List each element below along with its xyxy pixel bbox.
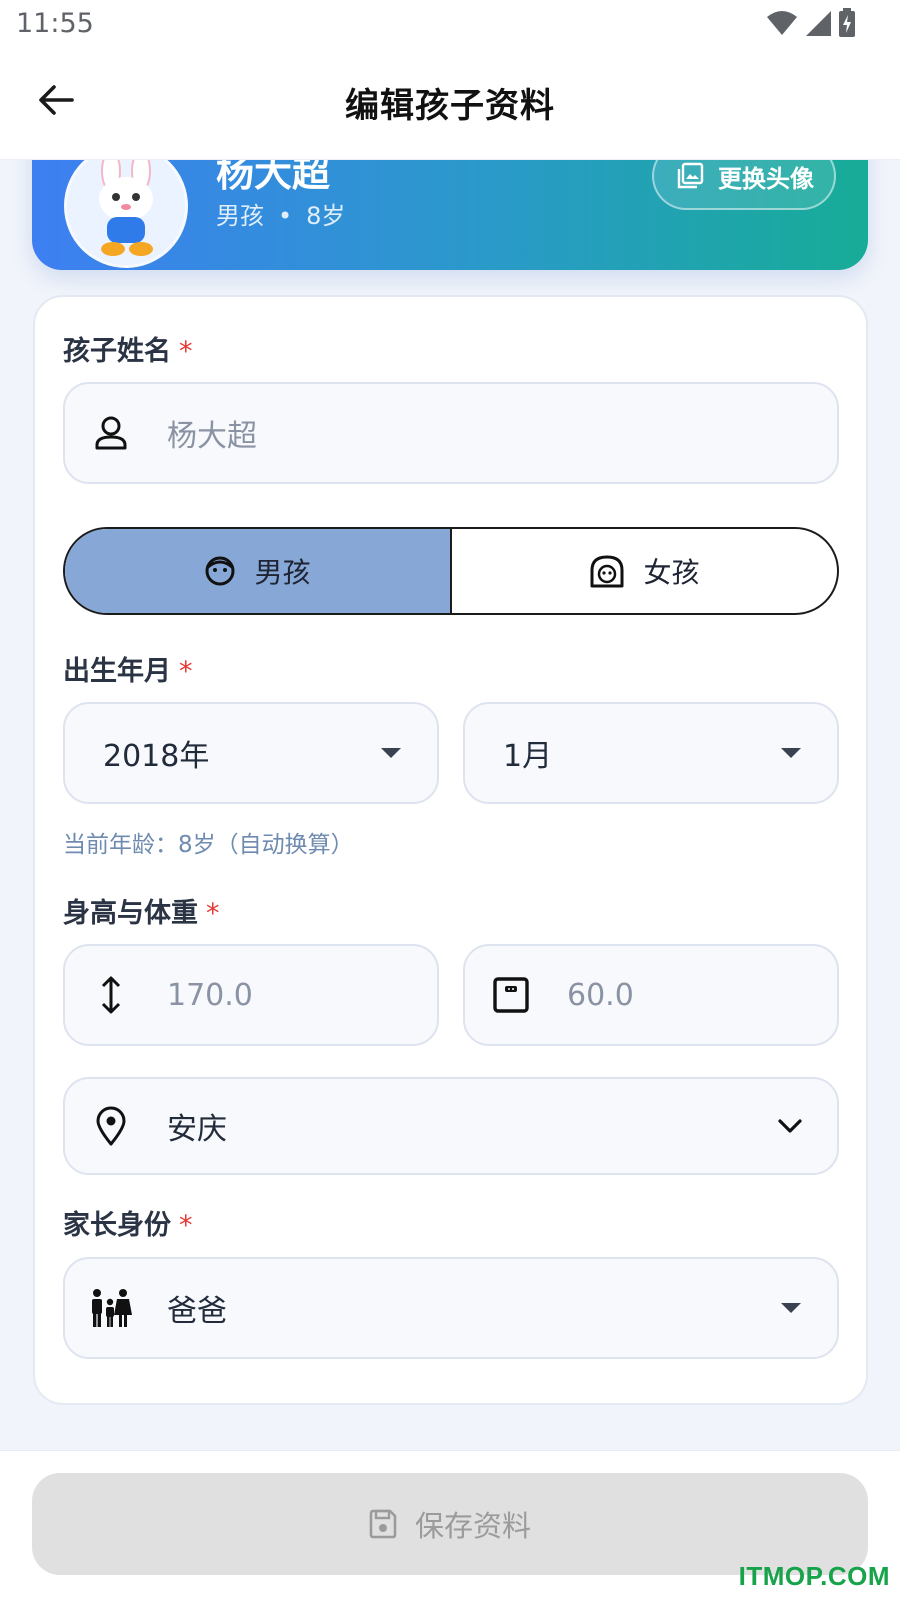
name-label: 孩子姓名 * xyxy=(63,336,193,367)
child-age: 8岁 xyxy=(306,202,346,230)
meta-separator: • xyxy=(278,202,293,230)
parent-role-label: 家长身份 * xyxy=(63,1210,193,1241)
gender-toggle: 男孩 女孩 xyxy=(63,527,839,615)
battery-icon xyxy=(839,8,855,37)
height-weight-label: 身高与体重 * xyxy=(63,898,220,929)
gender-option-boy[interactable]: 男孩 xyxy=(65,529,452,613)
city-select[interactable]: 安庆 xyxy=(63,1077,839,1175)
weight-placeholder: 60.0 xyxy=(567,977,634,1013)
status-icons xyxy=(766,8,856,38)
wifi-icon xyxy=(767,11,797,35)
avatar[interactable] xyxy=(64,144,188,268)
status-time: 11:55 xyxy=(16,8,94,39)
chevron-down-icon xyxy=(778,1119,802,1133)
gender-option-girl[interactable]: 女孩 xyxy=(452,529,837,613)
family-icon xyxy=(89,1288,133,1328)
child-meta: 男孩 • 8岁 xyxy=(216,196,345,231)
rabbit-mascot-icon xyxy=(99,150,153,256)
page-title: 编辑孩子资料 xyxy=(345,86,555,126)
boy-face-icon xyxy=(205,556,235,586)
status-bar: 11:55 xyxy=(0,0,900,50)
caret-down-icon xyxy=(381,748,401,758)
caret-down-icon xyxy=(781,748,801,758)
height-input[interactable]: 170.0 xyxy=(63,944,439,1046)
name-placeholder: 杨大超 xyxy=(167,419,257,454)
profile-form-card: 孩子姓名 * 杨大超 男孩 女孩 出生年月 * 2018年 1月 当前年龄：8岁（自… xyxy=(33,295,868,1405)
save-button[interactable]: 保存资料 xyxy=(32,1473,868,1575)
change-avatar-label: 更换头像 xyxy=(718,164,814,193)
height-placeholder: 170.0 xyxy=(167,977,253,1013)
parent-role-value: 爸爸 xyxy=(167,1294,227,1329)
birth-label: 出生年月 * xyxy=(63,656,193,687)
scale-icon xyxy=(493,975,529,1015)
birth-month-value: 1月 xyxy=(503,739,553,774)
required-mark: * xyxy=(179,1210,193,1241)
location-pin-icon xyxy=(93,1106,129,1146)
caret-down-icon xyxy=(781,1303,801,1313)
app-bar: 编辑孩子资料 xyxy=(0,50,900,160)
save-label: 保存资料 xyxy=(414,1509,531,1543)
height-arrows-icon xyxy=(93,975,129,1015)
gender-boy-label: 男孩 xyxy=(254,556,311,589)
gender-girl-label: 女孩 xyxy=(643,556,700,589)
child-gender: 男孩 xyxy=(216,202,264,230)
name-input[interactable]: 杨大超 xyxy=(63,382,839,484)
girl-face-icon xyxy=(590,555,624,588)
required-mark: * xyxy=(179,656,193,687)
birth-month-select[interactable]: 1月 xyxy=(463,702,839,804)
save-disk-icon xyxy=(369,1509,397,1539)
weight-input[interactable]: 60.0 xyxy=(463,944,839,1046)
parent-role-select[interactable]: 爸爸 xyxy=(63,1257,839,1359)
person-icon xyxy=(93,413,129,453)
required-mark: * xyxy=(206,898,220,929)
birth-year-select[interactable]: 2018年 xyxy=(63,702,439,804)
birth-year-value: 2018年 xyxy=(103,739,210,774)
watermark: ITMOP.COM xyxy=(738,1561,890,1591)
city-value: 安庆 xyxy=(167,1112,227,1147)
signal-icon xyxy=(806,11,831,36)
age-hint: 当前年龄：8岁（自动换算） xyxy=(63,832,354,858)
image-icon xyxy=(677,162,704,189)
required-mark: * xyxy=(179,336,193,367)
